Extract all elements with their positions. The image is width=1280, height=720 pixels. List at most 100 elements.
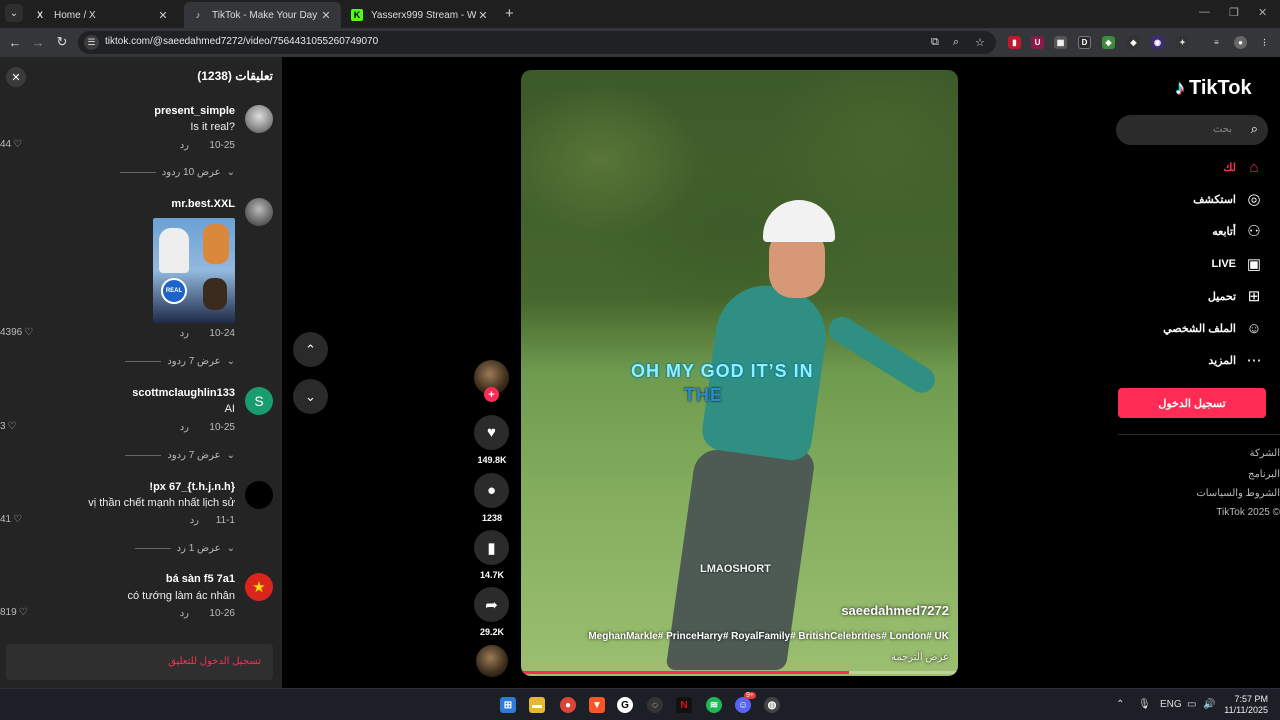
avatar[interactable]	[245, 198, 273, 226]
follow-plus-icon[interactable]: +	[484, 387, 499, 402]
see-translation-link[interactable]: عرض الترجمة	[891, 652, 949, 663]
discord-icon[interactable]: ☺	[735, 697, 751, 713]
reply-button[interactable]: رد	[180, 328, 189, 339]
tab-search-button[interactable]: ⌄	[5, 4, 23, 22]
tab-x[interactable]: X Home / X ✕	[26, 2, 178, 28]
comment-like-button[interactable]: 819 ♡	[0, 607, 28, 618]
comment-username[interactable]: scottmclaughlin133	[132, 387, 235, 399]
chevron-up-icon[interactable]: ⌃	[1116, 699, 1124, 710]
view-replies-button[interactable]: عرض 1 رد ⌄	[134, 543, 235, 554]
comment-button[interactable]: ●	[474, 473, 509, 508]
avatar[interactable]	[245, 481, 273, 509]
new-tab-button[interactable]: +	[505, 5, 514, 22]
minimize-icon[interactable]: —	[1199, 6, 1210, 18]
avatar[interactable]: S	[245, 387, 273, 415]
reload-icon[interactable]: ↻	[54, 34, 70, 50]
comment-username[interactable]: bá sàn f5 7a1	[166, 573, 235, 585]
extension-grid-icon[interactable]: ▦	[1054, 36, 1067, 49]
language-indicator[interactable]: ENG	[1160, 699, 1182, 710]
avatar[interactable]	[245, 105, 273, 133]
nav-profile[interactable]: ☺ الملف الشخصي	[1163, 318, 1264, 338]
clock[interactable]: 7:57 PM 11/11/2025	[1224, 694, 1268, 716]
reply-button[interactable]: رد	[180, 140, 189, 151]
view-replies-button[interactable]: عرض 10 ردود ⌄	[119, 167, 235, 178]
music-disc-icon[interactable]	[476, 645, 508, 677]
next-video-button[interactable]: ⌄	[293, 379, 328, 414]
reply-button[interactable]: رد	[180, 422, 189, 433]
extension-d-icon[interactable]: D	[1078, 36, 1091, 49]
login-to-comment-button[interactable]: تسجيل الدخول للتعليق	[6, 644, 273, 680]
search-input[interactable]: بحث ⌕	[1116, 115, 1268, 145]
app-circle-icon[interactable]: ◌	[647, 697, 663, 713]
footer-terms-link[interactable]: الشروط والسياسات	[1196, 488, 1280, 499]
tab-kick-stream[interactable]: K Yasserx999 Stream - Watch Live ✕	[343, 2, 498, 28]
view-replies-button[interactable]: عرض 7 ردود ⌄	[125, 450, 235, 461]
footer-program-link[interactable]: البرنامج	[1248, 469, 1280, 480]
file-explorer-icon[interactable]: ▬	[529, 697, 545, 713]
back-arrow-icon[interactable]: ←	[7, 34, 23, 50]
browser-menu-icon[interactable]: ⋮	[1258, 36, 1271, 49]
close-tab-icon[interactable]: ✕	[156, 9, 170, 22]
login-button[interactable]: تسجيل الدخول	[1118, 388, 1266, 418]
install-app-icon[interactable]: ⧉	[931, 36, 939, 49]
profile-avatar-icon[interactable]: ●	[1234, 36, 1247, 49]
volume-icon[interactable]: 🔊	[1203, 699, 1215, 710]
reading-list-icon[interactable]: ≡	[1210, 36, 1223, 49]
nav-upload[interactable]: ⊞ تحميل	[1208, 286, 1264, 306]
tab-tiktok[interactable]: ♪ TikTok - Make Your Day ✕	[184, 2, 341, 28]
address-bar[interactable]: ☰ tiktok.com/@saeedahmed7272/video/75644…	[78, 31, 996, 54]
nav-more[interactable]: ⋯ المزيد	[1208, 350, 1264, 370]
footer-company-link[interactable]: الشركة	[1250, 448, 1280, 459]
chrome-icon[interactable]: ●	[560, 697, 576, 713]
video-hashtags[interactable]: MeghanMarkle# PrinceHarry# RoyalFamily# …	[588, 631, 949, 642]
previous-video-button[interactable]: ⌃	[293, 332, 328, 367]
network-icon[interactable]: ▭	[1187, 699, 1196, 710]
search-icon[interactable]: ⌕	[1251, 121, 1258, 137]
like-button[interactable]: ♥	[474, 415, 509, 450]
comment-like-button[interactable]: 4396 ♡	[0, 327, 33, 338]
bookmark-button[interactable]: ▮	[474, 530, 509, 565]
url-text[interactable]: tiktok.com/@saeedahmed7272/video/7564431…	[105, 36, 378, 47]
tiktok-logo[interactable]: ♪ TikTok	[1175, 77, 1252, 100]
avatar[interactable]: ★	[245, 573, 273, 601]
nav-for-you[interactable]: ⌂ لك	[1223, 157, 1264, 177]
video-player[interactable]: OH MY GOD IT’S IN THE LMAOSHORT saeedahm…	[521, 70, 958, 676]
spotify-icon[interactable]: ≋	[706, 697, 722, 713]
nav-following[interactable]: ⚇ أتابعه	[1212, 221, 1264, 241]
comment-username[interactable]: !px 67_{t.h.j.n.h}	[149, 481, 235, 493]
extensions-puzzle-icon[interactable]: ✦	[1176, 36, 1189, 49]
comment-image[interactable]: REAL	[153, 218, 235, 323]
video-username[interactable]: saeedahmed7272	[841, 603, 949, 618]
restore-icon[interactable]: ❐	[1229, 6, 1239, 19]
reply-button[interactable]: رد	[180, 608, 189, 619]
comment-like-button[interactable]: 41 ♡	[0, 514, 22, 525]
zoom-icon[interactable]: ⌕	[953, 36, 959, 49]
comment-like-button[interactable]: 44 ♡	[0, 139, 22, 150]
video-progress-bar[interactable]	[521, 671, 958, 674]
windows-start-icon[interactable]: ⊞	[500, 697, 516, 713]
share-button[interactable]: ➦	[474, 587, 509, 622]
site-info-icon[interactable]: ☰	[84, 35, 99, 50]
close-window-icon[interactable]: ✕	[1258, 6, 1267, 19]
obs-icon[interactable]: ◍	[764, 697, 780, 713]
extension-diamond-icon[interactable]: ◈	[1127, 36, 1140, 49]
extension-shield-pink-icon[interactable]: U	[1031, 36, 1044, 49]
bookmark-star-icon[interactable]: ☆	[975, 36, 985, 49]
comment-username[interactable]: present_simple	[154, 105, 235, 117]
github-icon[interactable]: G	[617, 697, 633, 713]
reply-button[interactable]: رد	[190, 515, 199, 526]
close-comments-button[interactable]: ✕	[6, 67, 26, 87]
nav-explore[interactable]: ◎ استكشف	[1193, 189, 1264, 209]
nav-live[interactable]: ▣ LIVE	[1212, 254, 1264, 274]
close-tab-icon[interactable]: ✕	[319, 9, 333, 22]
brave-icon[interactable]: ▼	[589, 697, 605, 713]
extension-red-icon[interactable]: ▮	[1008, 36, 1021, 49]
comment-username[interactable]: mr.best.XXL	[171, 198, 235, 210]
forward-arrow-icon[interactable]: →	[30, 34, 46, 50]
netflix-icon[interactable]: N	[676, 697, 692, 713]
extension-eye-icon[interactable]: ◉	[1151, 36, 1164, 49]
close-tab-icon[interactable]: ✕	[476, 9, 490, 22]
view-replies-button[interactable]: عرض 7 ردود ⌄	[125, 356, 235, 367]
microphone-icon[interactable]: 🎙	[1138, 699, 1151, 710]
extension-shield-green-icon[interactable]: ◆	[1102, 36, 1115, 49]
